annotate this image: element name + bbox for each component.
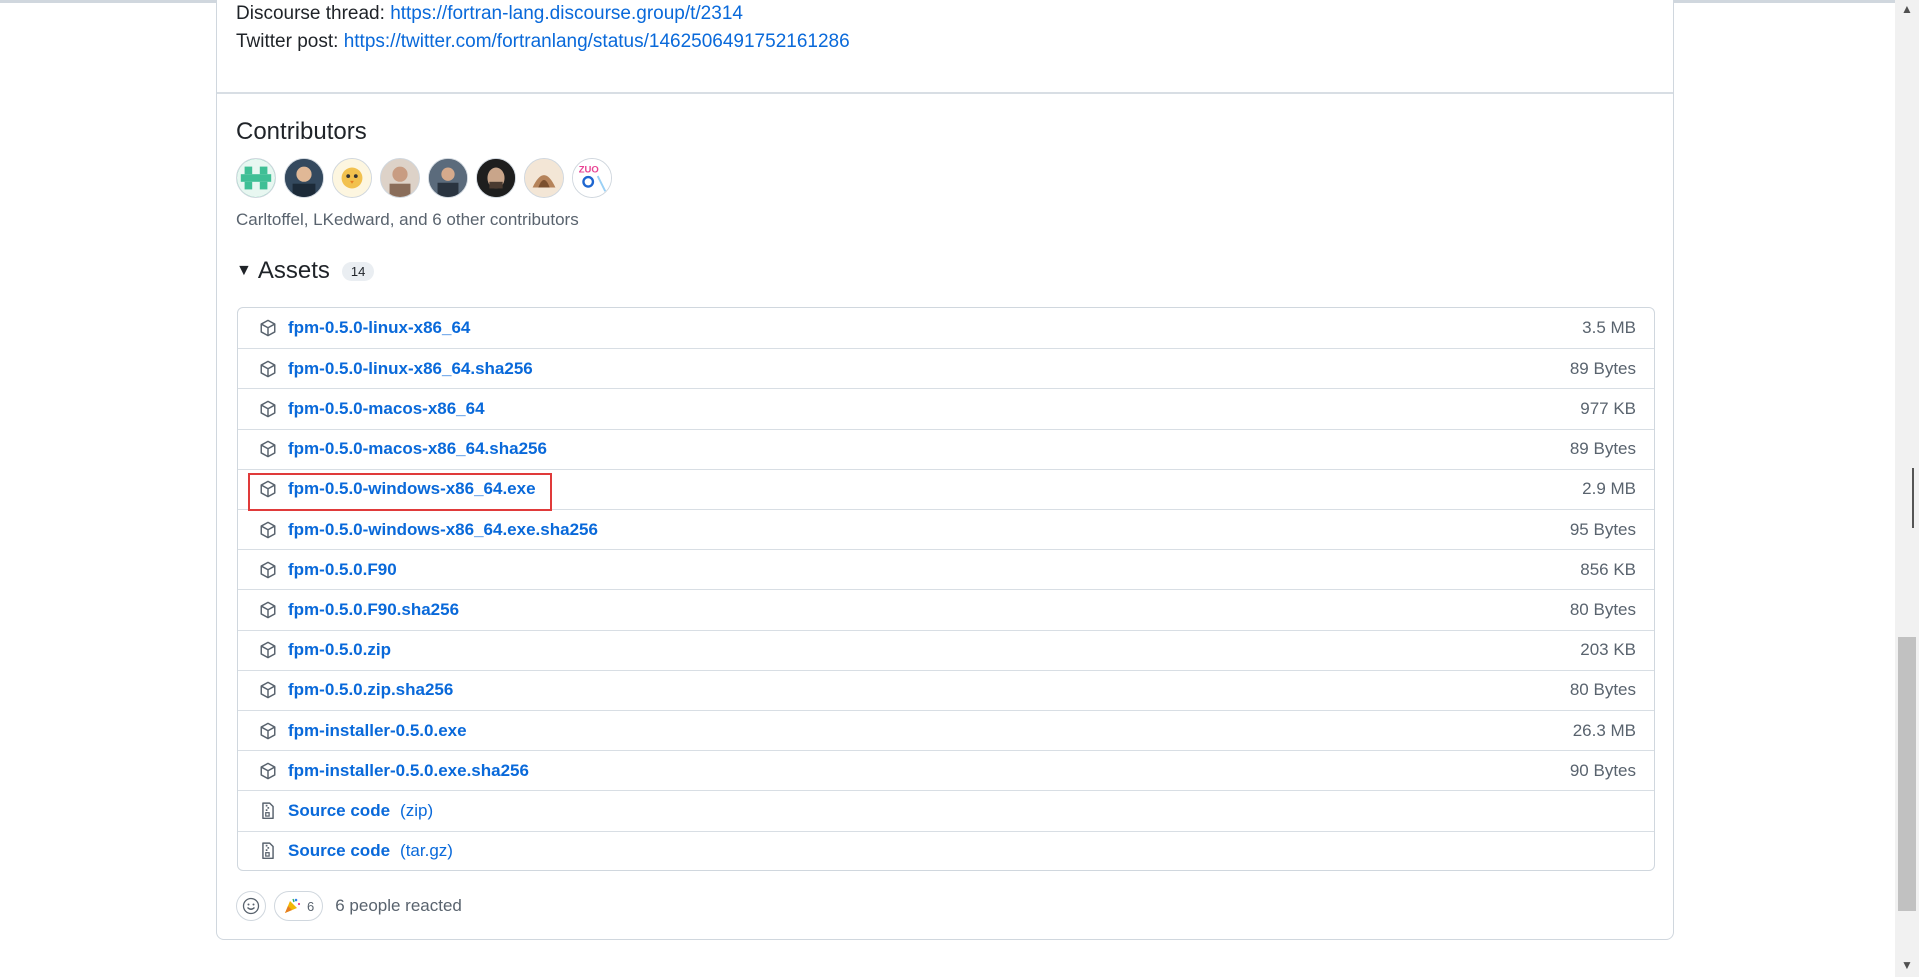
asset-size: 89 Bytes — [1569, 439, 1636, 459]
package-icon — [258, 721, 278, 741]
assets-title: Assets — [257, 257, 330, 284]
asset-link[interactable]: fpm-0.5.0-linux-x86_64.sha256 — [288, 359, 533, 379]
party-count: 6 — [307, 898, 315, 914]
asset-row: fpm-0.5.0-macos-x86_64.sha256 89 Bytes — [238, 428, 1654, 469]
asset-link[interactable]: fpm-0.5.0.zip — [288, 640, 391, 660]
avatar[interactable] — [284, 158, 324, 198]
asset-link[interactable]: fpm-0.5.0.zip.sha256 — [288, 680, 453, 700]
package-icon — [258, 318, 278, 338]
asset-link[interactable]: fpm-0.5.0-linux-x86_64 — [288, 318, 470, 338]
source-code-row: Source code (tar.gz) — [238, 830, 1654, 871]
contributors-summary: Carltoffel, LKedward, and 6 other contri… — [236, 210, 579, 229]
asset-row: fpm-0.5.0-macos-x86_64 977 KB — [238, 388, 1654, 428]
asset-size: 90 Bytes — [1569, 760, 1636, 780]
discourse-line: Discourse thread: https://fortran-lang.d… — [236, 0, 850, 28]
scrollbar-thumb[interactable] — [1898, 637, 1916, 911]
smiley-icon — [242, 897, 260, 915]
avatar[interactable]: ZUO — [572, 158, 612, 198]
twitter-line: Twitter post: https://twitter.com/fortra… — [236, 28, 850, 56]
file-zip-icon — [258, 801, 278, 821]
package-icon — [258, 600, 278, 620]
asset-size: 3.5 MB — [1582, 318, 1636, 337]
package-icon — [258, 680, 278, 700]
discourse-label: Discourse thread: — [236, 3, 391, 24]
assets-list: fpm-0.5.0-linux-x86_64 3.5 MB fpm-0.5.0-li… — [237, 307, 1655, 871]
asset-size: 977 KB — [1580, 398, 1636, 418]
svg-text:ZUO: ZUO — [579, 164, 599, 175]
package-icon — [258, 359, 278, 379]
avatar[interactable] — [380, 158, 420, 198]
scroll-down-icon[interactable]: ▼ — [1900, 958, 1914, 972]
package-icon — [258, 560, 278, 580]
avatar[interactable] — [236, 158, 276, 198]
avatar[interactable] — [476, 158, 516, 198]
file-zip-icon — [258, 841, 278, 861]
asset-row: fpm-0.5.0-linux-x86_64 3.5 MB — [238, 308, 1654, 348]
package-icon — [258, 520, 278, 540]
asset-size: 203 KB — [1580, 640, 1636, 660]
package-icon — [258, 761, 278, 781]
asset-row: fpm-0.5.0.F90.sha256 80 Bytes — [238, 589, 1654, 629]
asset-row: fpm-0.5.0.zip 203 KB — [238, 629, 1654, 670]
party-popper-icon — [285, 898, 301, 913]
source-code-row: Source code (zip) — [238, 790, 1654, 830]
source-code-format[interactable]: (zip) — [400, 801, 433, 821]
asset-row: fpm-0.5.0.F90 856 KB — [238, 549, 1654, 589]
asset-size: 856 KB — [1580, 559, 1636, 579]
source-code-link[interactable]: Source code — [288, 841, 390, 861]
asset-link[interactable]: fpm-0.5.0-macos-x86_64.sha256 — [288, 439, 547, 459]
asset-link[interactable]: fpm-installer-0.5.0.exe.sha256 — [288, 761, 529, 781]
package-icon — [258, 399, 278, 419]
assets-header[interactable]: ▼ Assets 14 — [236, 257, 375, 285]
section-divider — [217, 92, 1673, 94]
asset-link[interactable]: fpm-0.5.0.F90.sha256 — [288, 600, 459, 620]
package-icon — [258, 439, 278, 459]
asset-row: fpm-0.5.0-windows-x86_64.exe.sha256 95 By… — [238, 509, 1654, 549]
asset-size: 2.9 MB — [1582, 479, 1636, 499]
add-reaction-button[interactable] — [236, 891, 266, 921]
reactions-summary: 6 people reacted — [335, 896, 462, 915]
contributor-avatars: ZUO — [236, 158, 612, 198]
asset-row: fpm-installer-0.5.0.exe 26.3 MB — [238, 710, 1654, 750]
asset-link[interactable]: fpm-installer-0.5.0.exe — [288, 721, 467, 741]
source-code-format[interactable]: (tar.gz) — [400, 841, 453, 861]
contributors-title: Contributors — [236, 118, 367, 145]
asset-size: 95 Bytes — [1569, 519, 1636, 539]
twitter-link[interactable]: https://twitter.com/fortranlang/status/1… — [344, 31, 850, 52]
asset-link[interactable]: fpm-0.5.0-windows-x86_64.exe.sha256 — [288, 520, 598, 540]
asset-link[interactable]: fpm-0.5.0-macos-x86_64 — [288, 399, 485, 419]
avatar[interactable] — [428, 158, 468, 198]
asset-size: 80 Bytes — [1569, 599, 1636, 619]
asset-size: 80 Bytes — [1569, 680, 1636, 700]
caret-down-icon: ▼ — [236, 262, 252, 279]
asset-row: fpm-0.5.0-linux-x86_64.sha256 89 Bytes — [238, 348, 1654, 388]
asset-size: 26.3 MB — [1572, 720, 1636, 740]
source-code-link[interactable]: Source code — [288, 801, 390, 821]
window-edge-mark — [1912, 468, 1914, 528]
asset-row: fpm-installer-0.5.0.exe.sha256 90 Bytes — [238, 750, 1654, 790]
assets-count-badge: 14 — [341, 261, 375, 281]
package-icon — [258, 640, 278, 660]
highlight-box — [248, 473, 552, 511]
avatar[interactable] — [332, 158, 372, 198]
discourse-link[interactable]: https://fortran-lang.discourse.group/t/2… — [390, 3, 743, 24]
asset-size: 89 Bytes — [1569, 358, 1636, 378]
avatar[interactable] — [524, 158, 564, 198]
asset-link[interactable]: fpm-0.5.0.F90 — [288, 560, 397, 580]
scroll-up-icon[interactable]: ▲ — [1900, 2, 1914, 16]
release-notes: Discourse thread: https://fortran-lang.d… — [236, 0, 850, 56]
party-reaction-button[interactable]: 6 — [274, 891, 324, 921]
reactions-bar: 6 6 people reacted — [236, 891, 462, 921]
asset-row: fpm-0.5.0.zip.sha256 80 Bytes — [238, 669, 1654, 710]
twitter-label: Twitter post: — [236, 31, 344, 52]
